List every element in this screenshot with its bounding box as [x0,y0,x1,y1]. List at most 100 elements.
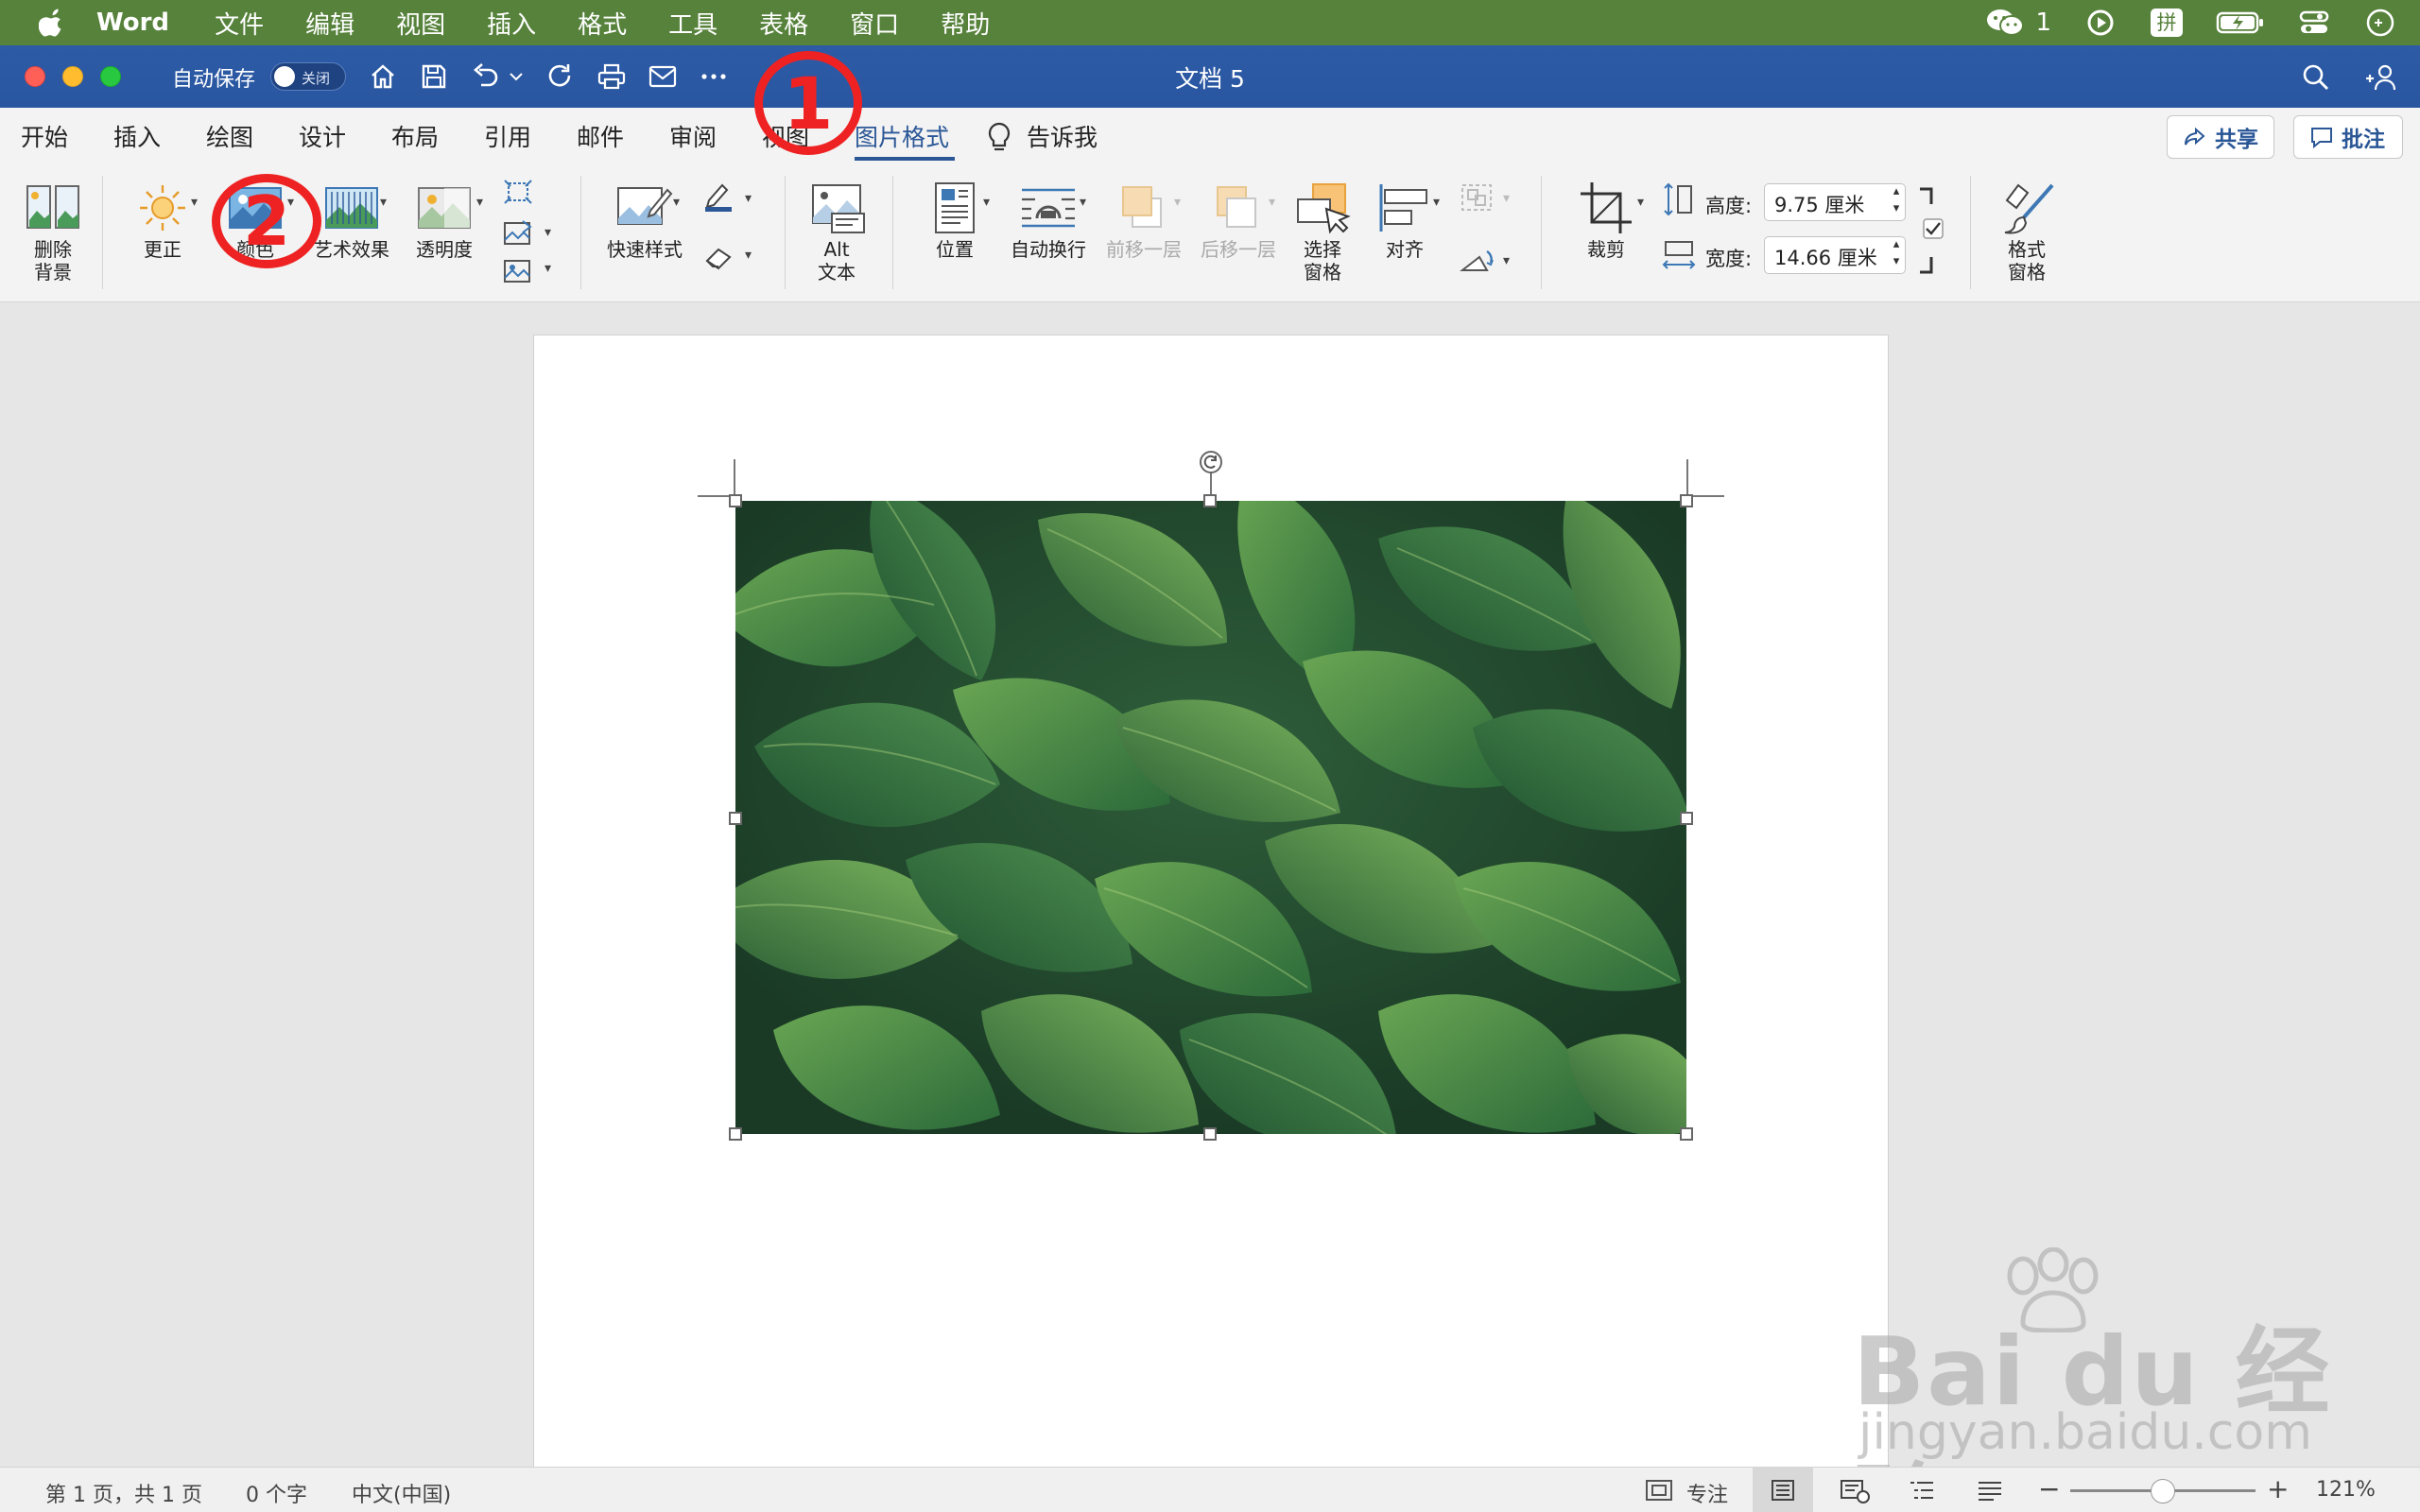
print-layout-view-button[interactable] [1753,1468,1813,1512]
menu-file[interactable]: 文件 [215,6,264,41]
resize-handle-bottom[interactable] [1203,1127,1217,1141]
selection-pane-button[interactable]: 选择 窗格 [1288,178,1357,284]
transparency-button[interactable]: 透明度 [406,178,482,261]
undo-icon[interactable] [467,59,503,94]
rotate-handle-icon[interactable] [1199,450,1223,474]
change-picture-icon[interactable] [499,217,537,249]
quick-styles-chevron-icon[interactable]: ▾ [673,195,680,210]
reset-picture-chevron-icon[interactable]: ▾ [544,261,551,276]
siri-icon[interactable] [2363,9,2397,37]
crop-button[interactable]: 裁剪 [1565,178,1647,261]
align-chevron-icon[interactable]: ▾ [1433,195,1440,210]
resize-handle-left[interactable] [729,812,742,825]
rotate-chevron-icon[interactable]: ▾ [1503,253,1510,268]
send-backward-chevron-icon[interactable]: ▾ [1269,195,1275,210]
menu-format[interactable]: 格式 [578,6,627,41]
lock-aspect-ratio-checkbox[interactable] [1915,185,1945,276]
autosave-toggle[interactable]: 关闭 [270,62,346,91]
corrections-chevron-icon[interactable]: ▾ [191,195,198,210]
language-status[interactable]: 中文(中国) [352,1478,451,1508]
group-objects-icon[interactable] [1458,181,1495,214]
group-chevron-icon[interactable]: ▾ [1503,191,1510,206]
menu-window[interactable]: 窗口 [850,6,899,41]
compress-pictures-icon[interactable] [499,176,537,208]
tab-references[interactable]: 引用 [484,119,531,153]
input-method-icon[interactable]: 拼 [2150,9,2184,37]
apple-icon[interactable] [36,7,68,39]
menu-edit[interactable]: 编辑 [305,6,354,41]
wrap-text-chevron-icon[interactable]: ▾ [1080,195,1086,210]
focus-mode-icon[interactable] [1645,1479,1673,1507]
web-layout-icon[interactable] [1840,1479,1870,1509]
close-window-button[interactable] [25,66,45,87]
mail-icon[interactable] [645,59,681,94]
resize-handle-top-left[interactable] [729,494,742,507]
comments-button[interactable]: 批注 [2293,115,2403,159]
menu-help[interactable]: 帮助 [941,6,990,41]
send-backward-button[interactable]: 后移一层 [1195,178,1282,261]
zoom-out-button[interactable]: − [2038,1473,2060,1504]
home-icon[interactable] [365,59,401,94]
resize-handle-top-right[interactable] [1680,494,1693,507]
undo-dropdown-chevron-icon[interactable] [507,59,526,94]
corrections-button[interactable]: 更正 [123,178,202,261]
picture-effects-chevron-icon[interactable]: ▾ [745,248,752,263]
play-circle-icon[interactable] [2083,9,2118,37]
redo-icon[interactable] [543,59,579,94]
menu-app-name[interactable]: Word [96,9,169,37]
resize-handle-right[interactable] [1680,812,1693,825]
inserted-picture-leaves[interactable] [735,501,1686,1134]
transparency-chevron-icon[interactable]: ▾ [476,195,483,210]
alt-text-button[interactable]: Alt 文本 [802,178,872,284]
account-icon[interactable] [2363,60,2397,94]
picture-effects-icon[interactable] [700,240,737,272]
draft-view-icon[interactable] [1976,1479,2004,1507]
resize-handle-top[interactable] [1203,494,1217,507]
bring-forward-button[interactable]: 前移一层 [1100,178,1187,261]
zoom-level[interactable]: 121% [2316,1478,2376,1502]
tab-picture-format[interactable]: 图片格式 [855,119,949,153]
page-count[interactable]: 第 1 页，共 1 页 [45,1478,202,1508]
change-picture-chevron-icon[interactable]: ▾ [544,225,551,240]
resize-handle-bottom-left[interactable] [729,1127,742,1141]
control-center-icon[interactable] [2297,9,2331,37]
tab-design[interactable]: 设计 [299,119,346,153]
save-icon[interactable] [416,59,452,94]
word-count[interactable]: 0 个字 [246,1478,307,1508]
focus-mode-label[interactable]: 专注 [1686,1478,1728,1508]
artistic-chevron-icon[interactable]: ▾ [380,195,387,210]
more-options-icon[interactable] [696,59,732,94]
lightbulb-icon[interactable] [985,121,1013,153]
menu-table[interactable]: 表格 [759,6,808,41]
menu-tools[interactable]: 工具 [668,6,717,41]
zoom-in-button[interactable]: + [2267,1473,2289,1504]
print-icon[interactable] [594,59,630,94]
position-button[interactable]: 位置 [917,178,993,261]
format-pane-button[interactable]: 格式 窗格 [1989,178,2065,284]
wechat-icon[interactable]: 1 [1986,9,2051,37]
search-icon[interactable] [2299,60,2333,94]
resize-handle-bottom-right[interactable] [1680,1127,1693,1141]
tab-home[interactable]: 开始 [21,119,68,153]
zoom-window-button[interactable] [100,66,121,87]
tab-tell-me[interactable]: 告诉我 [1027,119,1098,153]
picture-border-chevron-icon[interactable]: ▾ [745,191,752,206]
height-input[interactable]: 9.75 厘米 [1764,183,1906,221]
tab-insert[interactable]: 插入 [113,119,161,153]
minimize-window-button[interactable] [62,66,83,87]
tab-mailings[interactable]: 邮件 [577,119,624,153]
align-button[interactable]: 对齐 [1365,178,1444,261]
menu-insert[interactable]: 插入 [487,6,536,41]
zoom-slider-knob[interactable] [2151,1479,2175,1503]
picture-border-icon[interactable] [700,181,737,214]
tab-layout[interactable]: 布局 [391,119,439,153]
rotate-icon[interactable] [1458,246,1495,278]
outline-view-icon[interactable] [1908,1479,1936,1507]
tab-draw[interactable]: 绘图 [206,119,253,153]
reset-picture-icon[interactable] [499,255,537,287]
share-button[interactable]: 共享 [2167,115,2274,159]
width-stepper[interactable]: ▴ ▾ [1887,236,1906,274]
position-chevron-icon[interactable]: ▾ [983,195,990,210]
battery-icon[interactable] [2216,9,2265,37]
crop-chevron-icon[interactable]: ▾ [1637,195,1644,210]
